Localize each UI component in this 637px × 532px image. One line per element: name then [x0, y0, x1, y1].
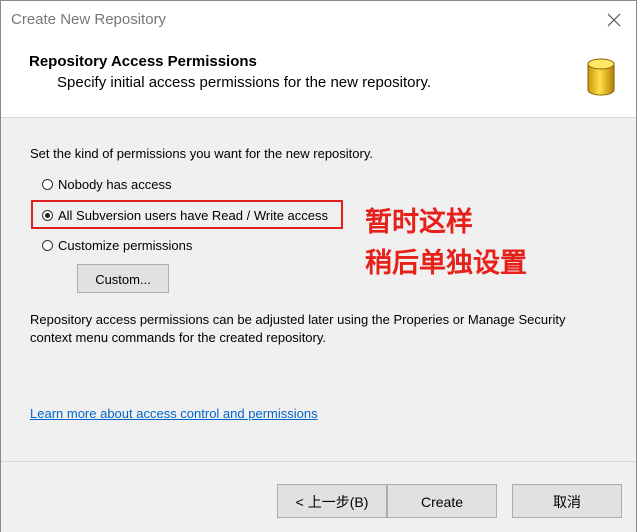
close-icon[interactable]: [604, 10, 624, 30]
learn-more-link[interactable]: Learn more about access control and perm…: [30, 406, 318, 421]
intro-text: Set the kind of permissions you want for…: [30, 146, 373, 161]
wizard-header: Repository Access Permissions Specify in…: [1, 39, 636, 118]
radio-nobody[interactable]: Nobody has access: [42, 177, 171, 192]
page-subtitle: Specify initial access permissions for t…: [57, 74, 432, 91]
radio-button[interactable]: [42, 179, 53, 190]
annotation-highlight-box: [31, 200, 343, 229]
annotation-line-1: 暂时这样: [365, 207, 473, 238]
radio-customize[interactable]: Customize permissions: [42, 238, 192, 253]
radio-label: Nobody has access: [58, 177, 172, 192]
radio-label: Customize permissions: [58, 238, 193, 253]
create-button[interactable]: Create: [387, 484, 497, 518]
permissions-note: Repository access permissions can be adj…: [30, 312, 566, 345]
title-bar: Create New Repository: [1, 1, 636, 39]
back-button[interactable]: < 上一步(B): [277, 484, 387, 518]
content-area: Set the kind of permissions you want for…: [1, 118, 636, 461]
custom-button[interactable]: Custom...: [77, 264, 169, 293]
annotation-line-2: 稍后单独设置: [365, 248, 527, 279]
cancel-button[interactable]: 取消: [512, 484, 622, 518]
button-bar: < 上一步(B) Create 取消: [1, 461, 636, 532]
page-title: Repository Access Permissions: [29, 53, 257, 70]
database-icon: [586, 57, 616, 97]
radio-button[interactable]: [42, 240, 53, 251]
window-title: Create New Repository: [11, 11, 167, 28]
create-repository-dialog: Create New Repository Repository Access …: [0, 0, 637, 532]
